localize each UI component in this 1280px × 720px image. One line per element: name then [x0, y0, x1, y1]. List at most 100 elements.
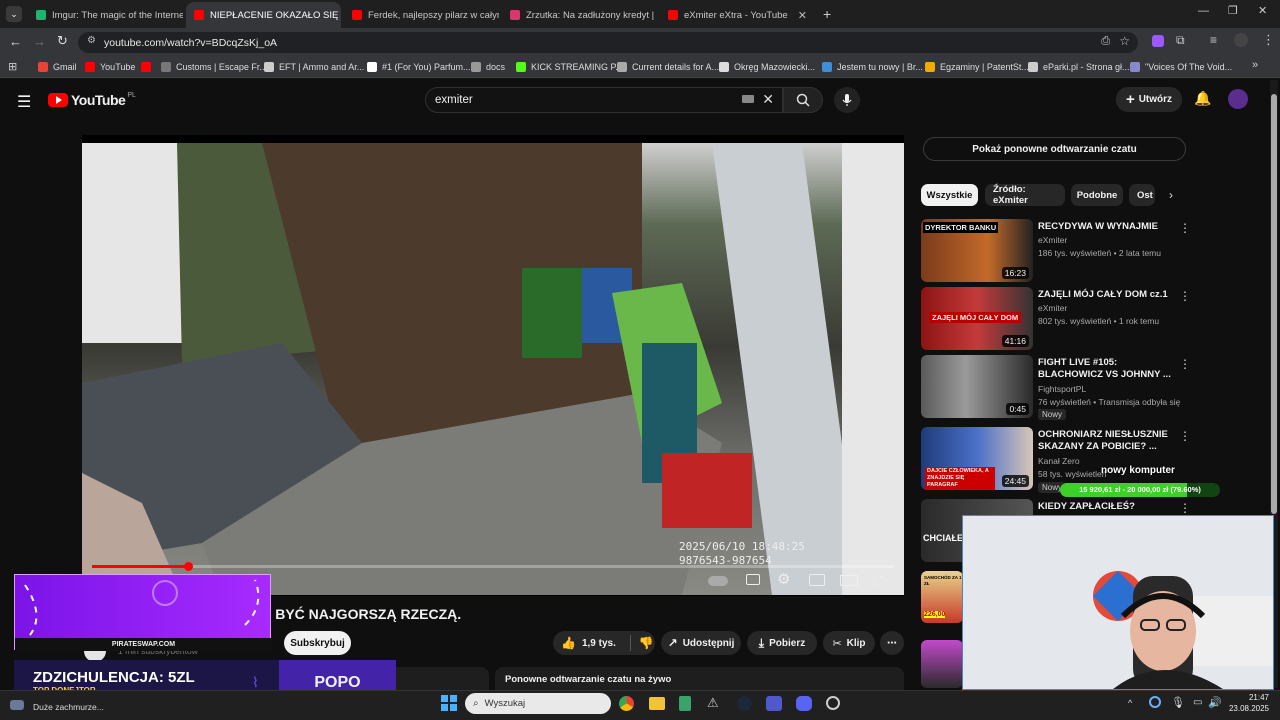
browser-menu-icon[interactable]: ⋮	[1262, 32, 1275, 48]
share-button[interactable]: ↗ Udostępnij	[661, 631, 741, 655]
voice-search-button[interactable]	[834, 87, 860, 113]
steam-icon[interactable]	[737, 696, 752, 711]
more-bookmarks-icon[interactable]: »	[1252, 59, 1258, 71]
dislike-thumb-icon[interactable]: 👎	[639, 636, 654, 650]
browser-tab[interactable]: Imgur: The magic of the Interne✕	[28, 2, 183, 28]
youtube-logo[interactable]: YouTube PL	[48, 92, 136, 108]
more-options-icon[interactable]: ⋮	[1179, 289, 1191, 303]
recommended-video[interactable]: 0:45 FIGHT LIVE #105: BLACHOWICZ VS JOHN…	[921, 355, 1191, 420]
taskbar-search-input[interactable]: ⌕ Wyszukaj	[465, 693, 611, 714]
restore-window-icon[interactable]: ❐	[1228, 4, 1238, 17]
video-thumbnail[interactable]: ZAJĘLI MÓJ CAŁY DOM 41:16	[921, 287, 1033, 350]
tab-search-button[interactable]: ⌄	[6, 6, 22, 22]
subtitles-icon[interactable]	[746, 574, 760, 585]
create-button[interactable]: + Utwórz	[1116, 87, 1182, 112]
new-tab-icon[interactable]: +	[823, 6, 831, 22]
profile-avatar-icon[interactable]	[1234, 33, 1248, 47]
bookmark-item[interactable]: KICK STREAMING P...	[516, 59, 623, 75]
video-progress-bar[interactable]	[92, 562, 894, 571]
search-button[interactable]	[783, 87, 823, 113]
video-frame[interactable]: 2025/06/10 18:48:25 9876543-987654	[82, 143, 904, 595]
close-tab-icon[interactable]: ✕	[654, 9, 657, 22]
chip-recent[interactable]: Ost	[1129, 184, 1155, 206]
fullscreen-icon[interactable]: ⛶	[873, 573, 883, 590]
url-input[interactable]: ⚙ youtube.com/watch?v=BDcqZsKj_oA ⎙ ☆	[78, 32, 1138, 53]
weather-icon[interactable]	[10, 700, 24, 710]
chip-all[interactable]: Wszystkie	[921, 184, 978, 206]
search-input[interactable]: exmiter ✕	[425, 87, 783, 113]
tray-overflow-icon[interactable]: ^	[1128, 698, 1132, 708]
extensions-puzzle-icon[interactable]: ⧉	[1176, 33, 1185, 48]
browser-tab-active[interactable]: NIEPŁACENIE OKAZAŁO SIĘ NIE✕	[186, 2, 341, 28]
download-button[interactable]: ⤓ Pobierz	[747, 631, 817, 655]
discord-icon[interactable]	[796, 696, 812, 711]
browser-tab[interactable]: eXmiter eXtra - YouTube ✕	[660, 2, 815, 28]
video-thumbnail[interactable]: DAJCIE CZŁOWIEKA, A ZNAJDZIE SIĘ PARAGRA…	[921, 427, 1033, 490]
windows-start-icon[interactable]	[441, 695, 457, 711]
more-actions-icon[interactable]: ⋯	[880, 631, 904, 655]
bookmark-item[interactable]: Egzaminy | PatentSt...	[925, 59, 1029, 75]
browser-tab[interactable]: Ferdek, najlepszy pilarz w całym✕	[344, 2, 499, 28]
more-options-icon[interactable]: ⋮	[1179, 221, 1191, 235]
recommended-video[interactable]: DAJCIE CZŁOWIEKA, A ZNAJDZIE SIĘ PARAGRA…	[921, 427, 1191, 493]
reload-icon[interactable]: ↻	[57, 33, 68, 49]
recommended-video[interactable]: DYREKTOR BANKU 16:23 RECYDYWA W WYNAJMIE…	[921, 219, 1191, 283]
apps-grid-icon[interactable]: ⊞	[8, 60, 17, 73]
chip-similar[interactable]: Podobne	[1071, 184, 1123, 206]
clip-button[interactable]: ✂ Klip	[823, 631, 875, 655]
settings-gear-icon[interactable]: ⚙	[777, 570, 790, 588]
browser-tab[interactable]: Zrzutka: Na zadłużony kredyt |✕	[502, 2, 657, 28]
chrome-taskbar-icon[interactable]	[619, 696, 634, 711]
video-thumbnail[interactable]: DYREKTOR BANKU 16:23	[921, 219, 1033, 282]
site-info-icon[interactable]: ⚙	[87, 35, 96, 46]
recommended-video[interactable]: ZAJĘLI MÓJ CAŁY DOM 41:16 ZAJĘLI MÓJ CAŁ…	[921, 287, 1191, 351]
bookmark-item[interactable]: Jestem tu nowy | Br...	[822, 59, 923, 75]
app-taskbar-icon[interactable]	[679, 696, 691, 711]
more-options-icon[interactable]: ⋮	[1179, 501, 1191, 515]
forward-arrow-icon[interactable]: →	[33, 34, 46, 49]
bookmark-item[interactable]: Customs | Escape Fr...	[161, 59, 267, 75]
tray-app-icon[interactable]	[1149, 696, 1161, 708]
keyboard-icon[interactable]	[742, 95, 754, 103]
bookmark-item[interactable]: docs	[471, 59, 505, 75]
bookmark-item[interactable]: eParki.pl - Strona gł...	[1028, 59, 1130, 75]
back-arrow-icon[interactable]: ←	[9, 34, 22, 49]
show-chat-replay-button[interactable]: Pokaż ponowne odtwarzanie czatu	[923, 137, 1186, 161]
more-options-icon[interactable]: ⋮	[1179, 429, 1191, 443]
user-avatar[interactable]	[1228, 89, 1248, 109]
bookmark-star-icon[interactable]: ☆	[1119, 34, 1130, 48]
video-thumbnail[interactable]: 0:45	[921, 355, 1033, 418]
chips-next-icon[interactable]: ›	[1169, 188, 1173, 202]
bookmark-item[interactable]: YouTube	[85, 59, 135, 75]
network-icon[interactable]: ▭	[1193, 697, 1202, 708]
install-app-icon[interactable]: ⎙	[1101, 35, 1110, 48]
minimize-window-icon[interactable]: —	[1198, 5, 1209, 17]
bookmark-item[interactable]: #1 (For You) Parfum...	[367, 59, 471, 75]
clear-search-icon[interactable]: ✕	[762, 91, 774, 108]
bookmark-item[interactable]: "Voices Of The Void...	[1130, 59, 1232, 75]
tray-app-icon[interactable]: 🎙	[1171, 696, 1185, 709]
notifications-bell-icon[interactable]: 🔔	[1194, 90, 1211, 107]
bookmark-item[interactable]: Current details for A...	[617, 59, 719, 75]
subscribe-button[interactable]: Subskrybuj	[284, 631, 351, 655]
bookmark-item[interactable]: EFT | Ammo and Ar...	[264, 59, 364, 75]
video-thumbnail[interactable]: SAMOCHÓD ZA 1 ZŁ 226,00	[921, 571, 963, 623]
close-tab-icon[interactable]: ✕	[792, 9, 807, 22]
theater-mode-icon[interactable]	[840, 575, 858, 586]
app-taskbar-icon[interactable]	[826, 696, 840, 710]
close-window-icon[interactable]: ✕	[1258, 4, 1267, 17]
teams-icon[interactable]	[766, 696, 782, 711]
chip-source[interactable]: Źródło: eXmiter	[985, 184, 1065, 206]
extension-icon[interactable]	[1152, 35, 1164, 47]
miniplayer-icon[interactable]	[809, 574, 825, 586]
like-thumb-icon[interactable]: 👍	[561, 636, 576, 650]
autoplay-toggle[interactable]	[708, 576, 728, 586]
bookmark-item[interactable]: Gmail	[38, 59, 77, 75]
hamburger-menu-icon[interactable]: ☰	[17, 92, 31, 112]
bookmark-item[interactable]	[141, 59, 156, 75]
file-explorer-icon[interactable]	[649, 697, 665, 710]
bookmark-item[interactable]: Okręg Mazowiecki...	[719, 59, 815, 75]
media-control-icon[interactable]: ≡	[1210, 33, 1217, 47]
scrollbar-thumb[interactable]	[1271, 94, 1277, 514]
video-thumbnail[interactable]	[921, 640, 963, 688]
